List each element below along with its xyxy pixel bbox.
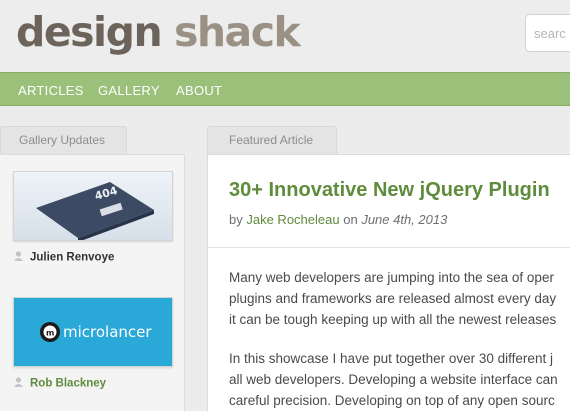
gallery-thumbnail-microlancer[interactable]: m microlancer (13, 297, 173, 367)
byline-prefix: by (229, 212, 243, 227)
paragraph-line: all web developers. Developing a website… (229, 372, 558, 387)
gallery-author-1[interactable]: Julien Renvoye (14, 251, 114, 264)
author-name: Julien Renvoye (30, 251, 115, 264)
article-paragraph-2: In this showcase I have put together ove… (229, 348, 570, 411)
article-paragraph-1: Many web developers are jumping into the… (229, 267, 570, 330)
logo-word-design: design (16, 8, 163, 56)
article-date: June 4th, 2013 (361, 212, 448, 227)
byline-on: on (343, 212, 358, 227)
nav-item-gallery[interactable]: GALLERY (98, 83, 160, 98)
article-title[interactable]: 30+ Innovative New jQuery Plugin (229, 179, 550, 202)
site-logo[interactable]: design shack (16, 6, 301, 58)
search-input[interactable]: searc (525, 14, 570, 52)
article-byline: by Jake Rocheleau on June 4th, 2013 (229, 212, 447, 227)
gallery-author-2[interactable]: Rob Blackney (14, 377, 106, 390)
gallery-thumbnail-404[interactable]: 404 (13, 171, 173, 241)
nav-item-articles[interactable]: ARTICLES (18, 83, 84, 98)
paragraph-line: Many web developers are jumping into the… (229, 270, 554, 285)
tab-featured-article[interactable]: Featured Article (207, 126, 337, 154)
user-icon (14, 377, 23, 390)
paragraph-line: it can be tough keeping up with all the … (229, 312, 557, 327)
404-page-artwork: 404 (14, 172, 172, 240)
main-nav: ARTICLES GALLERY ABOUT (0, 72, 570, 106)
featured-article: 30+ Innovative New jQuery Plugin by Jake… (207, 154, 570, 411)
gallery-sidebar: 404 Julien Renvoye m microlancer Rob Bla… (0, 154, 185, 411)
tab-gallery-updates[interactable]: Gallery Updates (0, 126, 127, 154)
paragraph-line: In this showcase I have put together ove… (229, 351, 553, 366)
nav-item-about[interactable]: ABOUT (176, 83, 222, 98)
logo-word-shack: shack (173, 8, 301, 56)
microlancer-artwork: m microlancer (14, 298, 172, 366)
site-header: design shack searc (0, 0, 570, 72)
paragraph-line: plugins and frameworks are released almo… (229, 291, 557, 306)
thumb-microlancer-text: microlancer (63, 323, 152, 341)
article-author-link[interactable]: Jake Rocheleau (246, 212, 339, 227)
paragraph-line: careful precision. Developing on top of … (229, 393, 555, 408)
author-name: Rob Blackney (30, 377, 107, 390)
user-icon (14, 251, 23, 264)
divider (208, 247, 570, 248)
svg-text:m: m (46, 329, 54, 338)
